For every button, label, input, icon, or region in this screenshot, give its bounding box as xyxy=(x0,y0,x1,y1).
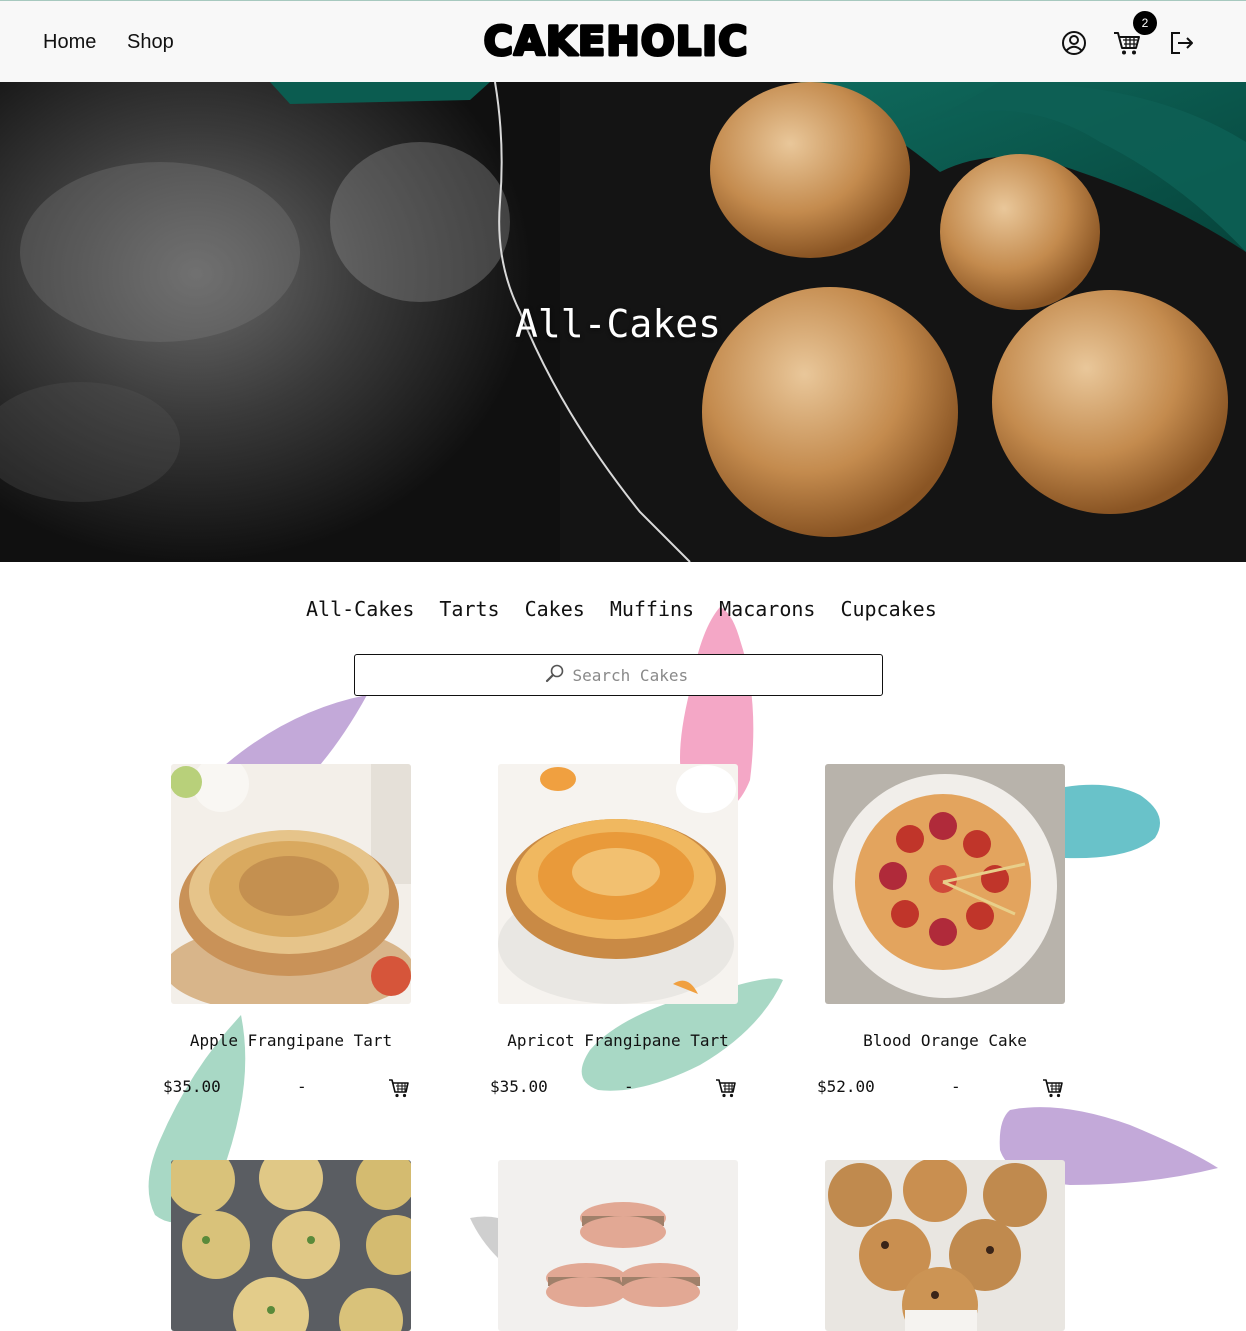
category-macarons[interactable]: Macarons xyxy=(719,597,815,621)
product-image-apple-tart[interactable] xyxy=(171,764,411,1004)
nav-home-link[interactable]: Home xyxy=(43,31,96,54)
category-tabs: All-Cakes Tarts Cakes Muffins Macarons C… xyxy=(306,597,937,621)
product-image-apricot-tart[interactable] xyxy=(498,764,738,1004)
search-input[interactable] xyxy=(572,665,693,685)
product-price: $52.00 xyxy=(817,1077,875,1096)
product-image-macarons[interactable] xyxy=(498,1160,738,1331)
category-all-cakes[interactable]: All-Cakes xyxy=(306,597,414,621)
add-to-cart-icon[interactable] xyxy=(1042,1077,1064,1099)
hero-title: All-Cakes xyxy=(515,302,721,346)
product-image-blood-orange-cake[interactable] xyxy=(825,764,1065,1004)
product-image-muffins[interactable] xyxy=(171,1160,411,1331)
category-cupcakes[interactable]: Cupcakes xyxy=(840,597,936,621)
hero-banner: All-Cakes xyxy=(0,82,1246,562)
product-separator: - xyxy=(624,1077,634,1096)
site-header: Home Shop CAKEHOLIC 2 xyxy=(0,0,1246,82)
product-price: $35.00 xyxy=(163,1077,221,1096)
product-name: Blood Orange Cake xyxy=(863,1031,1027,1050)
product-image-cupcakes[interactable] xyxy=(825,1160,1065,1331)
product-separator: - xyxy=(297,1077,307,1096)
category-cakes[interactable]: Cakes xyxy=(525,597,585,621)
add-to-cart-icon[interactable] xyxy=(388,1077,410,1099)
product-price: $35.00 xyxy=(490,1077,548,1096)
nav-shop-link[interactable]: Shop xyxy=(127,31,174,54)
user-circle-icon[interactable] xyxy=(1061,29,1089,57)
logout-icon[interactable] xyxy=(1168,29,1196,57)
cart-icon[interactable] xyxy=(1113,29,1141,57)
product-name: Apple Frangipane Tart xyxy=(189,1031,393,1050)
search-box[interactable] xyxy=(354,654,883,696)
category-muffins[interactable]: Muffins xyxy=(610,597,694,621)
add-to-cart-icon[interactable] xyxy=(715,1077,737,1099)
cart-count-badge: 2 xyxy=(1133,11,1157,35)
product-separator: - xyxy=(951,1077,961,1096)
category-tarts[interactable]: Tarts xyxy=(439,597,499,621)
cakeholic-logo[interactable]: CAKEHOLIC xyxy=(470,17,762,66)
magnifier-icon xyxy=(545,663,565,687)
svg-text:CAKEHOLIC: CAKEHOLIC xyxy=(484,19,749,65)
product-name: Apricot Frangipane Tart xyxy=(507,1031,729,1050)
